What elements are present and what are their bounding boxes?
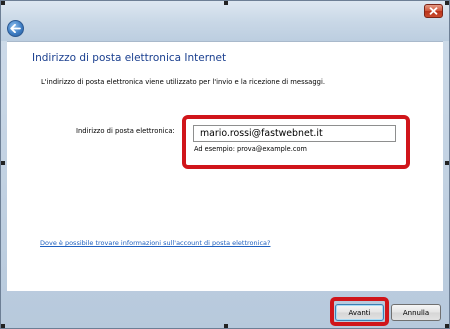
email-label: Indirizzo di posta elettronica:: [76, 127, 175, 135]
close-icon: [429, 7, 438, 15]
close-button[interactable]: [424, 4, 443, 18]
email-example-hint: Ad esempio: prova@example.com: [194, 145, 307, 153]
resize-handle-middle-left: [1, 161, 5, 165]
cancel-button[interactable]: Annulla: [391, 304, 441, 321]
resize-handle-middle-right: [445, 161, 449, 165]
resize-handle-bottom-right: [445, 324, 449, 328]
resize-handle-bottom-center: [224, 324, 228, 328]
page-title: Indirizzo di posta elettronica Internet: [32, 52, 227, 64]
wizard-content: Indirizzo di posta elettronica Internet …: [7, 41, 443, 291]
email-account-help-link[interactable]: Dove è possibile trovare informazioni su…: [40, 239, 270, 247]
back-arrow-icon: [10, 24, 21, 33]
page-description: L'indirizzo di posta elettronica viene u…: [41, 78, 326, 86]
email-field[interactable]: [193, 125, 396, 142]
back-button[interactable]: [7, 20, 24, 37]
button-bar: Avanti Annulla: [1, 290, 449, 328]
resize-handle-top-left: [1, 1, 5, 5]
title-bar: [1, 1, 449, 41]
email-highlight-annotation: [182, 115, 410, 169]
dialog-window: Indirizzo di posta elettronica Internet …: [0, 0, 450, 329]
next-button[interactable]: Avanti: [335, 304, 384, 321]
resize-handle-top-center: [224, 1, 228, 5]
resize-handle-bottom-left: [1, 324, 5, 328]
resize-handle-top-right: [445, 1, 449, 5]
